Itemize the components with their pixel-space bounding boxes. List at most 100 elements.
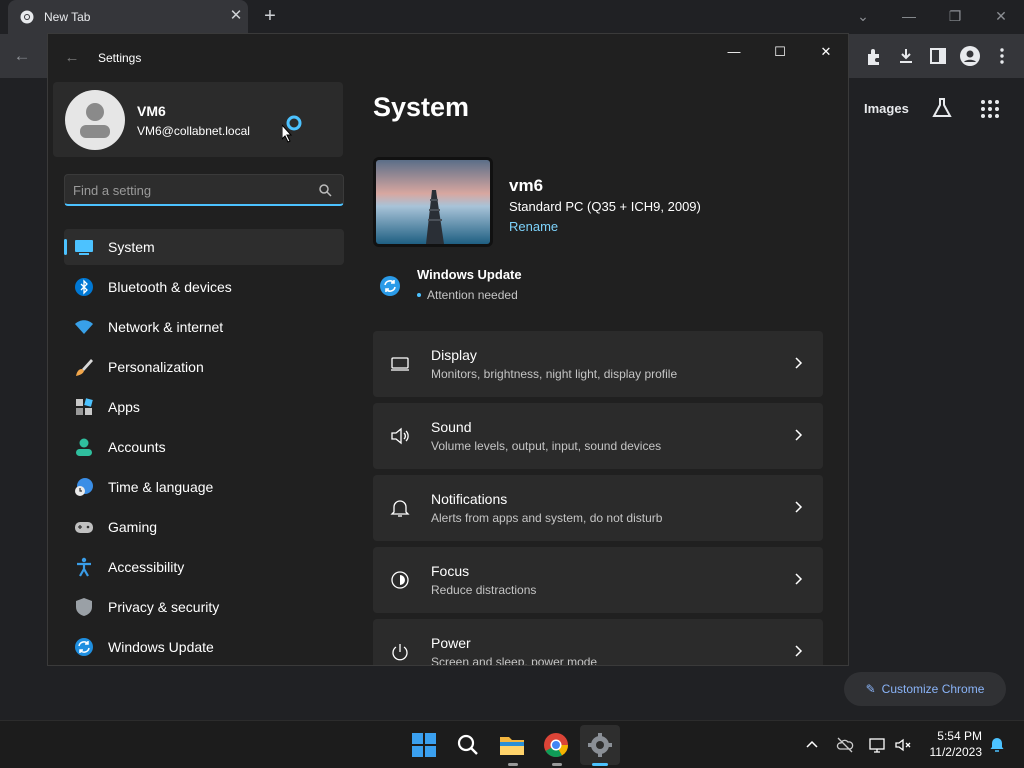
- card-subtitle: Screen and sleep, power mode: [431, 655, 598, 666]
- power-icon: [392, 644, 408, 661]
- display-card[interactable]: Display Monitors, brightness, night ligh…: [373, 331, 823, 397]
- onedrive-icon[interactable]: [836, 736, 854, 754]
- search-taskbar-icon[interactable]: [452, 729, 484, 761]
- extensions-icon[interactable]: [862, 44, 886, 68]
- apps-icon: [76, 398, 93, 415]
- sidebar-item-label: Privacy & security: [108, 599, 220, 615]
- chevron-up-icon[interactable]: [804, 737, 820, 753]
- sidebar-item-label: Network & internet: [108, 319, 224, 335]
- chrome-close-button[interactable]: ✕: [987, 6, 1015, 26]
- download-icon[interactable]: [894, 44, 918, 68]
- avatar: [65, 90, 125, 150]
- chevron-right-icon: [795, 645, 803, 657]
- sidebar-item-system[interactable]: System: [64, 229, 344, 265]
- running-indicator: [508, 763, 518, 766]
- card-subtitle: Monitors, brightness, night light, displ…: [431, 367, 678, 381]
- card-title: Focus: [431, 563, 470, 579]
- rename-link[interactable]: Rename: [509, 219, 558, 234]
- sidebar-item-windows-update[interactable]: Windows Update: [64, 629, 344, 665]
- chevron-right-icon: [795, 573, 803, 585]
- volume-muted-icon[interactable]: [894, 736, 912, 754]
- chrome-tabstrip: New Tab ✕ + ⌄ — ❐ ✕: [0, 0, 1024, 34]
- wifi-icon: [75, 320, 93, 334]
- chevron-right-icon: [795, 357, 803, 369]
- settings-window-title: Settings: [98, 51, 142, 65]
- back-arrow-icon[interactable]: ←: [62, 48, 82, 68]
- loading-cursor-icon: [282, 115, 302, 143]
- user-email: VM6@collabnet.local: [137, 124, 250, 138]
- sidebar-item-apps[interactable]: Apps: [64, 389, 344, 425]
- chrome-logo-icon: [20, 10, 34, 24]
- sidebar-item-accessibility[interactable]: Accessibility: [64, 549, 344, 585]
- bell-icon: [390, 500, 410, 517]
- taskbar: [0, 720, 1024, 768]
- settings-taskbar-icon[interactable]: [584, 729, 616, 761]
- start-icon[interactable]: [408, 729, 440, 761]
- display-icon: [391, 357, 409, 371]
- person-icon: [80, 103, 110, 138]
- pc-name: vm6: [509, 176, 544, 195]
- pencil-icon: ✎: [865, 682, 876, 696]
- new-tab-button[interactable]: +: [258, 4, 282, 28]
- file-explorer-icon[interactable]: [496, 729, 528, 761]
- windows-update-status: Attention needed: [427, 288, 518, 302]
- profile-icon[interactable]: [958, 44, 982, 68]
- minimize-button[interactable]: —: [714, 40, 754, 64]
- network-icon[interactable]: [868, 736, 886, 754]
- clock-time[interactable]: 5:54 PM: [918, 729, 982, 743]
- chrome-taskbar-icon[interactable]: [540, 729, 572, 761]
- search-box[interactable]: [64, 174, 344, 206]
- sidebar-item-label: Accessibility: [108, 559, 185, 575]
- update-icon: [75, 638, 93, 656]
- user-name: VM6: [137, 103, 166, 119]
- chevron-right-icon: [795, 429, 803, 441]
- windows-update-title[interactable]: Windows Update: [417, 267, 522, 282]
- settings-titlebar[interactable]: ← Settings — ☐ ✕: [48, 34, 848, 82]
- sidebar-item-network[interactable]: Network & internet: [64, 309, 344, 345]
- gamepad-icon: [75, 522, 93, 533]
- sidebar-item-label: Time & language: [108, 479, 214, 495]
- sidebar-item-accounts[interactable]: Accounts: [64, 429, 344, 465]
- system-icon: [75, 240, 93, 255]
- settings-window: ← Settings — ☐ ✕ VM6 VM6@collabnet.local…: [47, 33, 849, 666]
- active-indicator: [64, 239, 67, 255]
- card-title: Sound: [431, 419, 472, 435]
- labs-icon[interactable]: [930, 96, 954, 120]
- speaker-icon: [391, 427, 409, 445]
- notification-bell-icon[interactable]: [988, 735, 1006, 753]
- sidebar-item-label: System: [108, 239, 155, 255]
- close-button[interactable]: ✕: [806, 40, 846, 64]
- chrome-restore-button[interactable]: ❐: [941, 6, 969, 26]
- customize-chrome-button[interactable]: ✎ Customize Chrome: [844, 672, 1006, 706]
- clock-date[interactable]: 11/2/2023: [918, 745, 983, 759]
- bluetooth-icon: [75, 278, 93, 296]
- sidebar-item-label: Bluetooth & devices: [108, 279, 232, 295]
- side-panel-icon[interactable]: [926, 44, 950, 68]
- chrome-menu-icon[interactable]: [990, 44, 1014, 68]
- windows-update-status-icon[interactable]: [378, 274, 402, 298]
- chrome-tab[interactable]: New Tab ✕: [8, 0, 248, 34]
- focus-card[interactable]: Focus Reduce distractions: [373, 547, 823, 613]
- sidebar-item-privacy[interactable]: Privacy & security: [64, 589, 344, 625]
- chrome-minimize-button[interactable]: —: [895, 6, 923, 26]
- chrome-back-icon[interactable]: ←: [10, 44, 34, 68]
- card-subtitle: Alerts from apps and system, do not dist…: [431, 511, 663, 525]
- images-link[interactable]: Images: [864, 101, 909, 116]
- search-input[interactable]: [73, 180, 313, 200]
- card-subtitle: Reduce distractions: [431, 583, 537, 597]
- accessibility-icon: [77, 557, 91, 577]
- focus-icon: [391, 571, 409, 589]
- tab-close-button[interactable]: ✕: [226, 6, 246, 26]
- search-icon[interactable]: [317, 182, 333, 198]
- sidebar-item-personalization[interactable]: Personalization: [64, 349, 344, 385]
- sidebar-item-bluetooth[interactable]: Bluetooth & devices: [64, 269, 344, 305]
- chrome-tab-search-icon[interactable]: ⌄: [849, 6, 877, 26]
- sidebar-item-time-language[interactable]: Time & language: [64, 469, 344, 505]
- notifications-card[interactable]: Notifications Alerts from apps and syste…: [373, 475, 823, 541]
- power-card[interactable]: Power Screen and sleep, power mode: [373, 619, 823, 666]
- sidebar-item-gaming[interactable]: Gaming: [64, 509, 344, 545]
- maximize-button[interactable]: ☐: [760, 40, 800, 64]
- active-app-indicator: [592, 763, 608, 766]
- apps-grid-icon[interactable]: [978, 97, 1002, 121]
- sound-card[interactable]: Sound Volume levels, output, input, soun…: [373, 403, 823, 469]
